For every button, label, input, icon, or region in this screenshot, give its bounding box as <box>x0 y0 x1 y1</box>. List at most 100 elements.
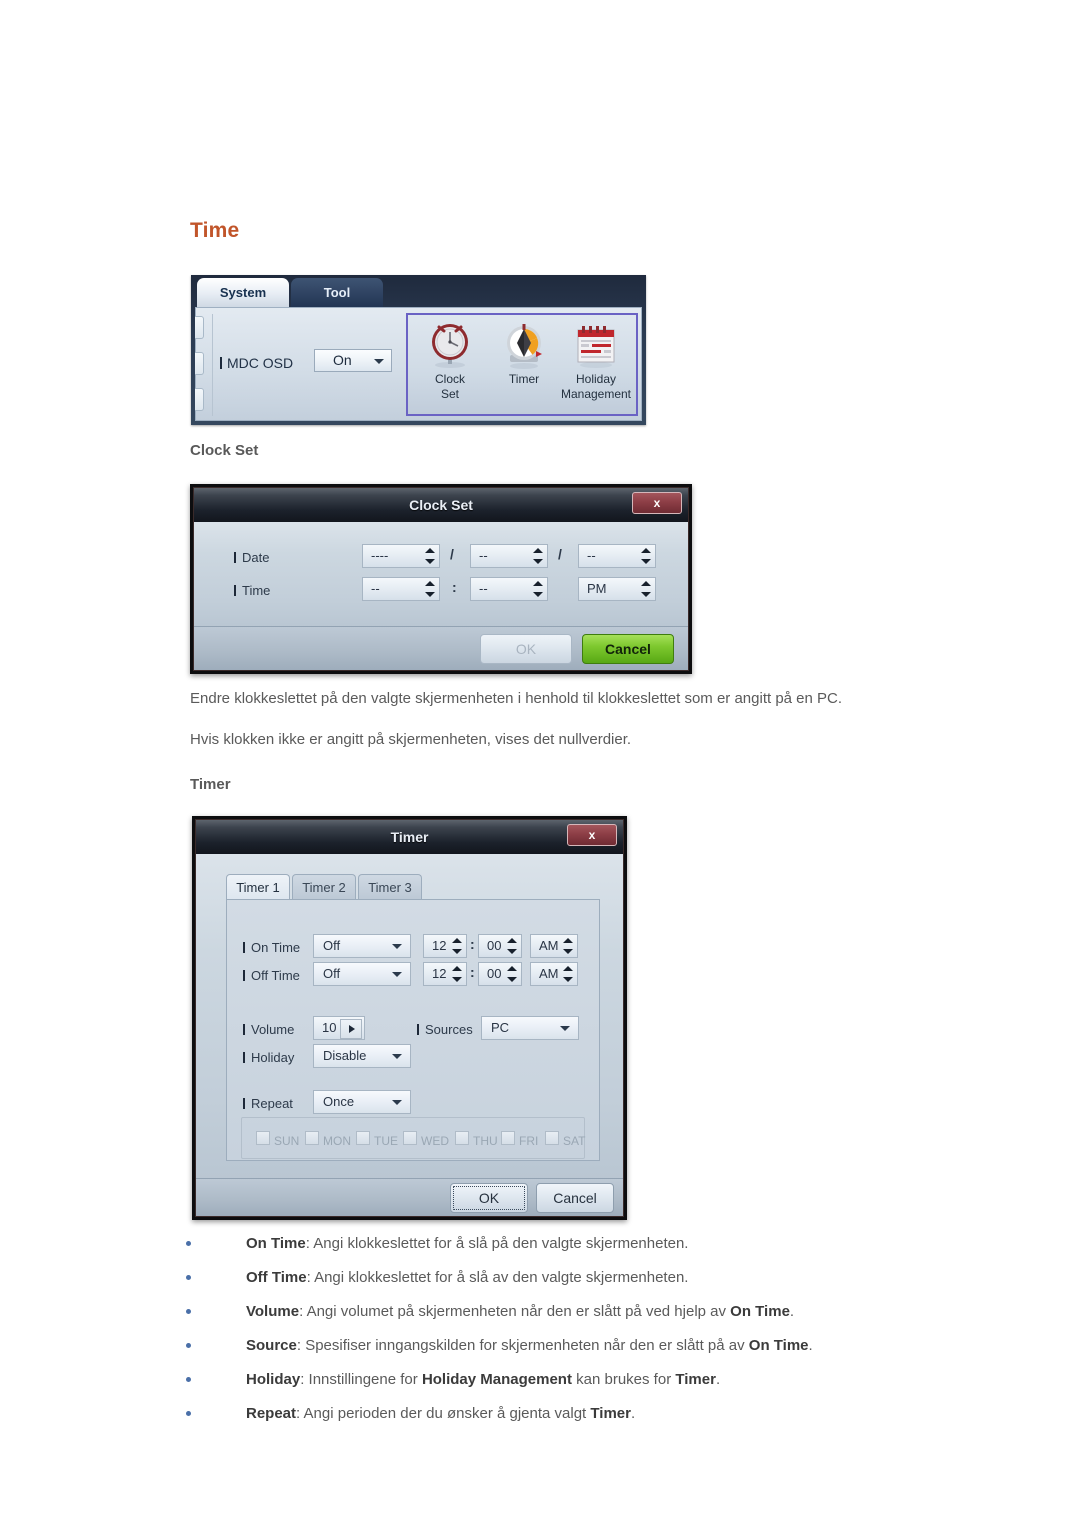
time-separator: : <box>452 579 457 595</box>
list-item: Repeat: Angi perioden der du ønsker å gj… <box>186 1403 1026 1425</box>
off-time-label: Off Time <box>243 968 300 983</box>
clock-set-cancel-button[interactable]: Cancel <box>582 634 674 664</box>
date-day-spinner-arrows[interactable] <box>639 547 653 565</box>
icon-clock-set-line1: Clock <box>434 372 465 386</box>
icon-timer[interactable]: Timer <box>488 321 560 386</box>
clock-set-dialog: Clock Set x Date ---- / -- / -- Time -- … <box>190 484 692 674</box>
mdc-osd-dropdown[interactable]: On <box>314 349 392 372</box>
tab-tool[interactable]: Tool <box>291 278 383 307</box>
subheading-clock-set: Clock Set <box>190 442 259 459</box>
checkbox-tue[interactable] <box>356 1131 370 1145</box>
bullet-tail: . <box>715 1371 721 1388</box>
clock-set-dialog-inner: Clock Set x Date ---- / -- / -- Time -- … <box>193 487 689 671</box>
bullet-icon <box>186 1309 191 1314</box>
off-time-mode-dropdown[interactable]: Off <box>313 962 411 986</box>
date-month-spinner-arrows[interactable] <box>531 547 545 565</box>
label-sat: SAT <box>563 1134 586 1148</box>
on-time-hour-arrows[interactable] <box>450 937 464 955</box>
date-year-spinner[interactable]: ---- <box>362 544 440 568</box>
tab-timer-3[interactable]: Timer 3 <box>358 874 422 900</box>
tab-timer-2[interactable]: Timer 2 <box>292 874 356 900</box>
chevron-down-icon <box>392 1100 402 1105</box>
date-separator-1: / <box>450 546 454 562</box>
label-tue: TUE <box>374 1134 398 1148</box>
time-minute-spinner[interactable]: -- <box>470 577 548 601</box>
repeat-label: Repeat <box>243 1096 293 1111</box>
off-time-minute-value: 00 <box>487 966 502 981</box>
weekday-group: SUN MON TUE WED THU FRI SAT <box>241 1117 585 1159</box>
timer-icon <box>507 324 542 369</box>
on-time-minute-spinner[interactable]: 00 <box>478 934 522 958</box>
timer-tab-pane: On Time Off 12 : 00 AM Off Time Off 12:… <box>226 899 600 1161</box>
time-meridiem-spinner[interactable]: PM <box>578 577 656 601</box>
off-time-minute-spinner[interactable]: 00 <box>478 962 522 986</box>
mdc-left-stub-group <box>195 308 205 422</box>
close-icon[interactable]: x <box>632 492 682 514</box>
bullet-term-3: Timer <box>675 1371 716 1388</box>
time-meridiem-spinner-arrows[interactable] <box>639 580 653 598</box>
repeat-dropdown[interactable]: Once <box>313 1090 411 1114</box>
tab-timer-1[interactable]: Timer 1 <box>226 874 290 900</box>
holiday-dropdown[interactable]: Disable <box>313 1044 411 1068</box>
on-time-minute-arrows[interactable] <box>505 937 519 955</box>
bullet-icon <box>186 1343 191 1348</box>
off-time-meridiem-spinner[interactable]: AM <box>530 962 578 986</box>
time-hour-spinner[interactable]: -- <box>362 577 440 601</box>
bullet-term: Off Time <box>246 1269 307 1286</box>
time-minute-spinner-arrows[interactable] <box>531 580 545 598</box>
bullet-term: Holiday <box>246 1371 301 1388</box>
page-title: Time <box>190 219 240 242</box>
checkbox-wed[interactable] <box>403 1131 417 1145</box>
off-time-hour-spinner[interactable]: 12 <box>423 962 467 986</box>
on-time-meridiem-value: AM <box>539 938 559 953</box>
mdc-osd-label: MDC OSD <box>220 355 293 371</box>
off-time-hour-arrows[interactable] <box>450 965 464 983</box>
sources-value: PC <box>491 1020 510 1035</box>
off-time-minute-arrows[interactable] <box>505 965 519 983</box>
checkbox-sat[interactable] <box>545 1131 559 1145</box>
on-time-hour-spinner[interactable]: 12 <box>423 934 467 958</box>
close-icon[interactable]: x <box>567 824 617 846</box>
off-time-meridiem-arrows[interactable] <box>561 965 575 983</box>
time-hour-spinner-arrows[interactable] <box>423 580 437 598</box>
label-sun: SUN <box>274 1134 300 1148</box>
mdc-system-panel: System Tool MDC OSD On Clock Set Timer H… <box>191 275 646 425</box>
checkbox-thu[interactable] <box>455 1131 469 1145</box>
date-separator-2: / <box>558 546 562 562</box>
date-label: Date <box>234 550 269 565</box>
on-time-mode-dropdown[interactable]: Off <box>313 934 411 958</box>
paragraph-1: Endre klokkeslettet på den valgte skjerm… <box>190 690 843 707</box>
timer-ok-button[interactable]: OK <box>450 1183 528 1213</box>
bullet-tail: . <box>808 1337 813 1354</box>
timer-cancel-button[interactable]: Cancel <box>536 1183 614 1213</box>
volume-increase-button[interactable] <box>340 1019 362 1039</box>
on-time-meridiem-arrows[interactable] <box>561 937 575 955</box>
date-year-spinner-arrows[interactable] <box>423 547 437 565</box>
date-day-spinner[interactable]: -- <box>578 544 656 568</box>
date-month-spinner[interactable]: -- <box>470 544 548 568</box>
volume-field[interactable]: 10 <box>313 1016 365 1040</box>
clock-set-title: Clock Set <box>409 497 473 513</box>
timer-dialog-inner: Timer x Timer 1 Timer 2 Timer 3 On Time … <box>195 819 624 1217</box>
clock-set-ok-button[interactable]: OK <box>480 634 572 664</box>
on-time-label: On Time <box>243 940 300 955</box>
checkbox-fri[interactable] <box>501 1131 515 1145</box>
on-time-meridiem-spinner[interactable]: AM <box>530 934 578 958</box>
time-hour-value: -- <box>371 581 380 596</box>
sources-dropdown[interactable]: PC <box>481 1016 579 1040</box>
tab-system[interactable]: System <box>197 278 289 307</box>
bullet-term-2: On Time <box>730 1303 790 1320</box>
holiday-management-icon <box>577 326 615 368</box>
bullet-text: : Angi klokkeslettet for å slå på den va… <box>305 1235 689 1252</box>
bullet-icon <box>186 1411 191 1416</box>
icon-clock-set[interactable]: Clock Set <box>414 321 486 401</box>
icon-holiday-management[interactable]: Holiday Management <box>560 321 632 401</box>
timer-title: Timer <box>390 829 429 845</box>
checkbox-mon[interactable] <box>305 1131 319 1145</box>
clock-set-body: Date ---- / -- / -- Time --: -- PM <box>194 522 688 628</box>
holiday-value: Disable <box>323 1048 367 1063</box>
bullet-term-2: Holiday Management <box>421 1371 572 1388</box>
checkbox-sun[interactable] <box>256 1131 270 1145</box>
time-label: Time <box>234 583 270 598</box>
bullet-icon <box>186 1241 191 1246</box>
